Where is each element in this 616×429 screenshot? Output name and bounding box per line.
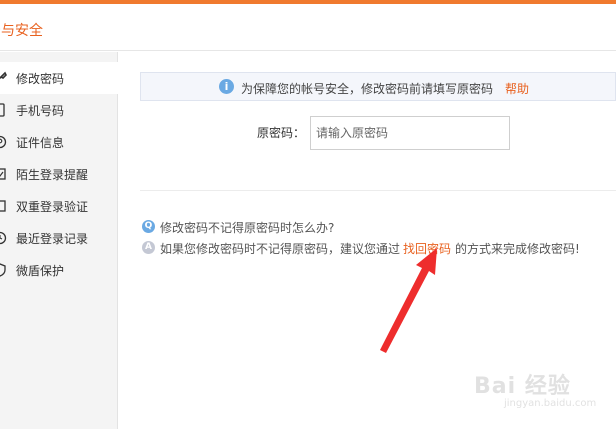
faq-question: 修改密码不记得原密码时怎么办? <box>160 221 335 235</box>
sidebar-item-label: 陌生登录提醒 <box>16 168 89 182</box>
sidebar-item-id-info[interactable]: 证件信息 <box>0 126 118 158</box>
section-divider <box>140 190 616 191</box>
shield-icon <box>0 263 6 277</box>
old-password-label: 原密码： <box>257 126 306 140</box>
sidebar-item-label: 双重登录验证 <box>16 200 89 214</box>
sidebar-item-change-password[interactable]: 修改密码 <box>0 62 119 94</box>
title-bar: 号与安全 <box>0 4 616 51</box>
double-verify-icon <box>0 200 6 212</box>
sidebar-item-label: 微盾保护 <box>16 264 65 278</box>
sidebar-item-login-alert[interactable]: 陌生登录提醒 <box>0 158 118 190</box>
sidebar-item-phone[interactable]: 手机号码 <box>0 94 118 126</box>
watermark-url: jingyan.baidu.com <box>504 398 597 409</box>
sidebar: 修改密码 手机号码 证件信息 陌生登录提醒 双重登录验证 最近登录记录 微盾保护 <box>0 52 119 429</box>
answer-badge: A <box>142 241 155 254</box>
clock-icon <box>0 231 7 245</box>
info-icon: i <box>219 79 234 94</box>
security-notice: i 为保障您的帐号安全，修改密码前请填写原密码 帮助 <box>140 72 616 101</box>
wrench-icon <box>0 71 7 80</box>
sidebar-item-label: 证件信息 <box>16 136 65 150</box>
watermark-logo-text: Bai 经验 <box>474 374 571 399</box>
id-icon <box>0 135 7 149</box>
sidebar-item-recent-logins[interactable]: 最近登录记录 <box>0 222 118 254</box>
sidebar-item-label: 手机号码 <box>16 104 65 118</box>
notice-text: 为保障您的帐号安全，修改密码前请填写原密码 <box>241 82 494 96</box>
sidebar-item-label: 最近登录记录 <box>16 232 89 246</box>
old-password-input[interactable] <box>310 116 510 150</box>
sidebar-item-shield-protect[interactable]: 微盾保护 <box>0 254 118 286</box>
sidebar-item-label: 修改密码 <box>16 72 65 86</box>
alert-icon <box>0 168 6 180</box>
question-badge: Q <box>142 220 155 233</box>
phone-icon <box>0 103 5 117</box>
baidu-jingyan-watermark: Bai 经验 jingyan.baidu.com <box>474 368 604 418</box>
faq-answer-prefix: 如果您修改密码时不记得原密码，建议您通过 <box>160 242 401 256</box>
help-link[interactable]: 帮助 <box>505 80 529 97</box>
sidebar-item-double-verify[interactable]: 双重登录验证 <box>0 190 118 222</box>
faq-answer-suffix: 的方式来完成修改密码! <box>455 242 580 256</box>
find-password-link[interactable]: 找回密码 <box>403 240 451 257</box>
page-title: 号与安全 <box>0 23 43 39</box>
